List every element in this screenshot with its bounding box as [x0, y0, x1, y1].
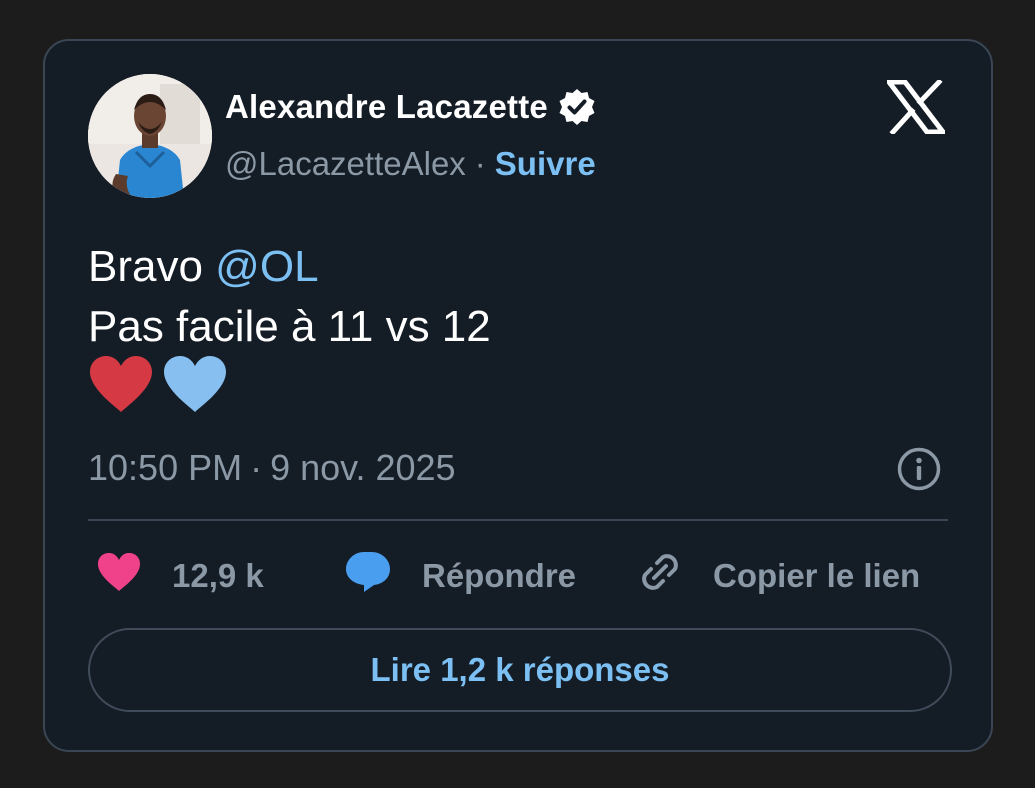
copy-link-button[interactable]: Copier le lien [637, 546, 920, 606]
handle-separator: · [474, 145, 486, 182]
tweet-text-prefix: Bravo [88, 242, 216, 291]
tweet-date: 9 nov. 2025 [270, 447, 456, 488]
mention-link[interactable]: @OL [215, 242, 318, 291]
author-name-row: Alexandre Lacazette [225, 85, 597, 129]
divider [88, 519, 948, 521]
blue-heart-icon [162, 354, 228, 430]
heart-icon [96, 551, 142, 601]
follow-button[interactable]: Suivre [495, 145, 596, 183]
like-button[interactable]: 12,9 k [96, 546, 264, 606]
tweet-text: Bravo @OL Pas facile à 11 vs 12 [88, 237, 491, 422]
x-logo-icon[interactable] [883, 78, 949, 136]
read-replies-button[interactable]: Lire 1,2 k réponses [88, 628, 952, 712]
author-handle[interactable]: @LacazetteAlex [225, 145, 466, 183]
reply-bubble-icon [344, 550, 392, 602]
tweet-line-1: Bravo @OL [88, 237, 491, 297]
handle-row: @LacazetteAlex · Suivre [225, 142, 596, 186]
link-icon [637, 549, 683, 603]
reply-button[interactable]: Répondre [344, 546, 576, 606]
tweet-time: 10:50 PM [88, 447, 243, 488]
reply-label: Répondre [422, 557, 577, 594]
timestamp-separator: · [250, 447, 263, 488]
verified-badge-icon [557, 87, 597, 127]
tweet-card: Alexandre Lacazette @LacazetteAlex · Sui… [43, 39, 993, 752]
info-icon[interactable] [896, 446, 942, 492]
action-bar: 12,9 k Répondre Copier le lien [88, 546, 950, 606]
red-heart-icon [88, 354, 154, 430]
avatar[interactable] [88, 74, 212, 198]
like-count: 12,9 k [172, 557, 264, 594]
emoji-row [88, 356, 491, 422]
display-name[interactable]: Alexandre Lacazette [225, 88, 548, 126]
copy-link-label: Copier le lien [713, 557, 921, 594]
timestamp[interactable]: 10:50 PM · 9 nov. 2025 [88, 445, 456, 491]
tweet-line-2: Pas facile à 11 vs 12 [88, 302, 491, 351]
